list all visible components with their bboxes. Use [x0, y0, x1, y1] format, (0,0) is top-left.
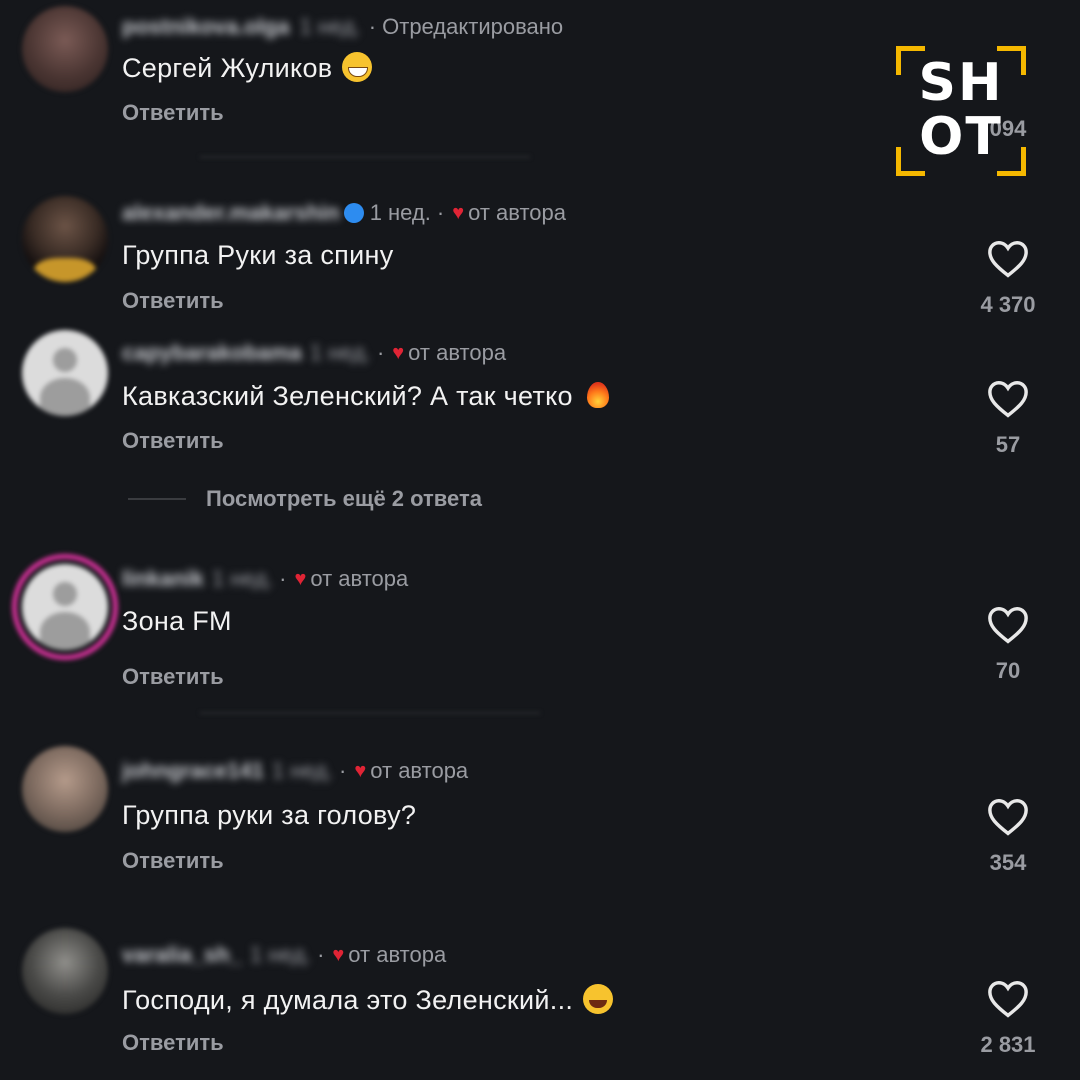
divider: [200, 156, 530, 158]
like-button[interactable]: 2 831: [978, 980, 1038, 1058]
username[interactable]: capybarakobama: [122, 340, 302, 366]
tears-of-joy-emoji-icon: [583, 984, 614, 1014]
heart-outline-icon: [988, 981, 1028, 1018]
comment-time: 1 нед.: [299, 14, 361, 39]
author-heart-icon: ♥: [354, 759, 367, 782]
thread-line: [128, 498, 186, 500]
username[interactable]: postnikova.olga: [122, 14, 289, 40]
comment-meta: postnikova.olga 1 нед. · Отредактировано: [122, 14, 563, 40]
comment-text: Группа Руки за спину: [122, 240, 394, 270]
comment-text: Господи, я думала это Зеленский...: [122, 984, 614, 1016]
comment-time: 1 нед.: [309, 340, 371, 365]
liked-by-author: от автора: [310, 566, 409, 591]
view-more-replies-button[interactable]: Посмотреть ещё 2 ответа: [128, 486, 482, 512]
reply-button[interactable]: Ответить: [122, 1030, 224, 1056]
like-count: 2 831: [980, 1032, 1036, 1057]
avatar[interactable]: [22, 564, 108, 650]
comment-meta: alexander.makarshin 1 нед. · ♥ от автора: [122, 200, 567, 226]
heart-outline-icon: [988, 607, 1028, 644]
liked-by-author: от автора: [348, 942, 447, 967]
logo-text: OT: [919, 107, 1003, 167]
comment-meta: linkanik 1 нед. · ♥ от автора: [122, 566, 409, 592]
shot-logo: SH OT: [896, 46, 1026, 176]
comment-text: Зона FM: [122, 606, 232, 636]
comment-time: 1 нед.: [271, 758, 334, 783]
reply-button[interactable]: Ответить: [122, 848, 224, 874]
reply-button[interactable]: Ответить: [122, 428, 224, 454]
reply-button[interactable]: Ответить: [122, 100, 224, 126]
heart-outline-icon: [988, 381, 1028, 418]
like-button[interactable]: 4 370: [978, 240, 1038, 318]
like-count: 70: [995, 658, 1021, 683]
comment-text: Группа руки за голову?: [122, 800, 417, 830]
heart-outline-icon: [988, 241, 1028, 278]
fire-emoji-icon: [583, 380, 613, 410]
author-heart-icon: ♥: [332, 943, 345, 966]
reply-button[interactable]: Ответить: [122, 664, 224, 690]
comment-meta: varalia_sh_ 1 нед. · ♥ от автора: [122, 942, 447, 968]
avatar[interactable]: [22, 746, 108, 832]
like-button[interactable]: 354: [978, 798, 1038, 876]
grinning-face-emoji-icon: [342, 52, 373, 82]
avatar[interactable]: [22, 196, 108, 282]
comment-text: Сергей Жуликов: [122, 52, 373, 84]
reply-button[interactable]: Ответить: [122, 288, 224, 314]
view-more-replies-label: Посмотреть ещё 2 ответа: [206, 486, 482, 511]
like-button[interactable]: 70: [978, 606, 1038, 684]
like-count: 57: [995, 432, 1021, 457]
liked-by-author: от автора: [408, 340, 507, 365]
author-heart-icon: ♥: [294, 567, 307, 590]
like-button[interactable]: 57: [978, 380, 1038, 458]
comment-meta: capybarakobama 1 нед. · ♥ от автора: [122, 340, 507, 366]
like-count: 354: [989, 850, 1027, 875]
liked-by-author: от автора: [370, 758, 469, 783]
divider: [200, 712, 540, 714]
username[interactable]: linkanik: [122, 566, 204, 592]
comment-time: 1 нед.: [211, 566, 274, 591]
like-count: 4 370: [980, 292, 1036, 317]
comment-time: 1 нед.: [369, 200, 431, 225]
heart-outline-icon: [988, 799, 1028, 836]
edited-label: · Отредактировано: [368, 14, 564, 39]
avatar[interactable]: [22, 928, 108, 1014]
username[interactable]: johngrace141: [122, 758, 264, 784]
verified-badge-icon: [343, 203, 364, 223]
logo-text: SH: [918, 53, 1004, 113]
comment-time: 1 нед.: [249, 942, 312, 967]
username[interactable]: varalia_sh_: [122, 942, 242, 968]
liked-by-author: от автора: [468, 200, 567, 225]
avatar[interactable]: [22, 330, 108, 416]
author-heart-icon: ♥: [392, 341, 405, 364]
username[interactable]: alexander.makarshin: [122, 200, 340, 226]
avatar[interactable]: [22, 6, 108, 92]
comment-text: Кавказский Зеленский? А так четко: [122, 380, 613, 412]
author-heart-icon: ♥: [452, 201, 465, 224]
comment-meta: johngrace141 1 нед. · ♥ от автора: [122, 758, 469, 784]
